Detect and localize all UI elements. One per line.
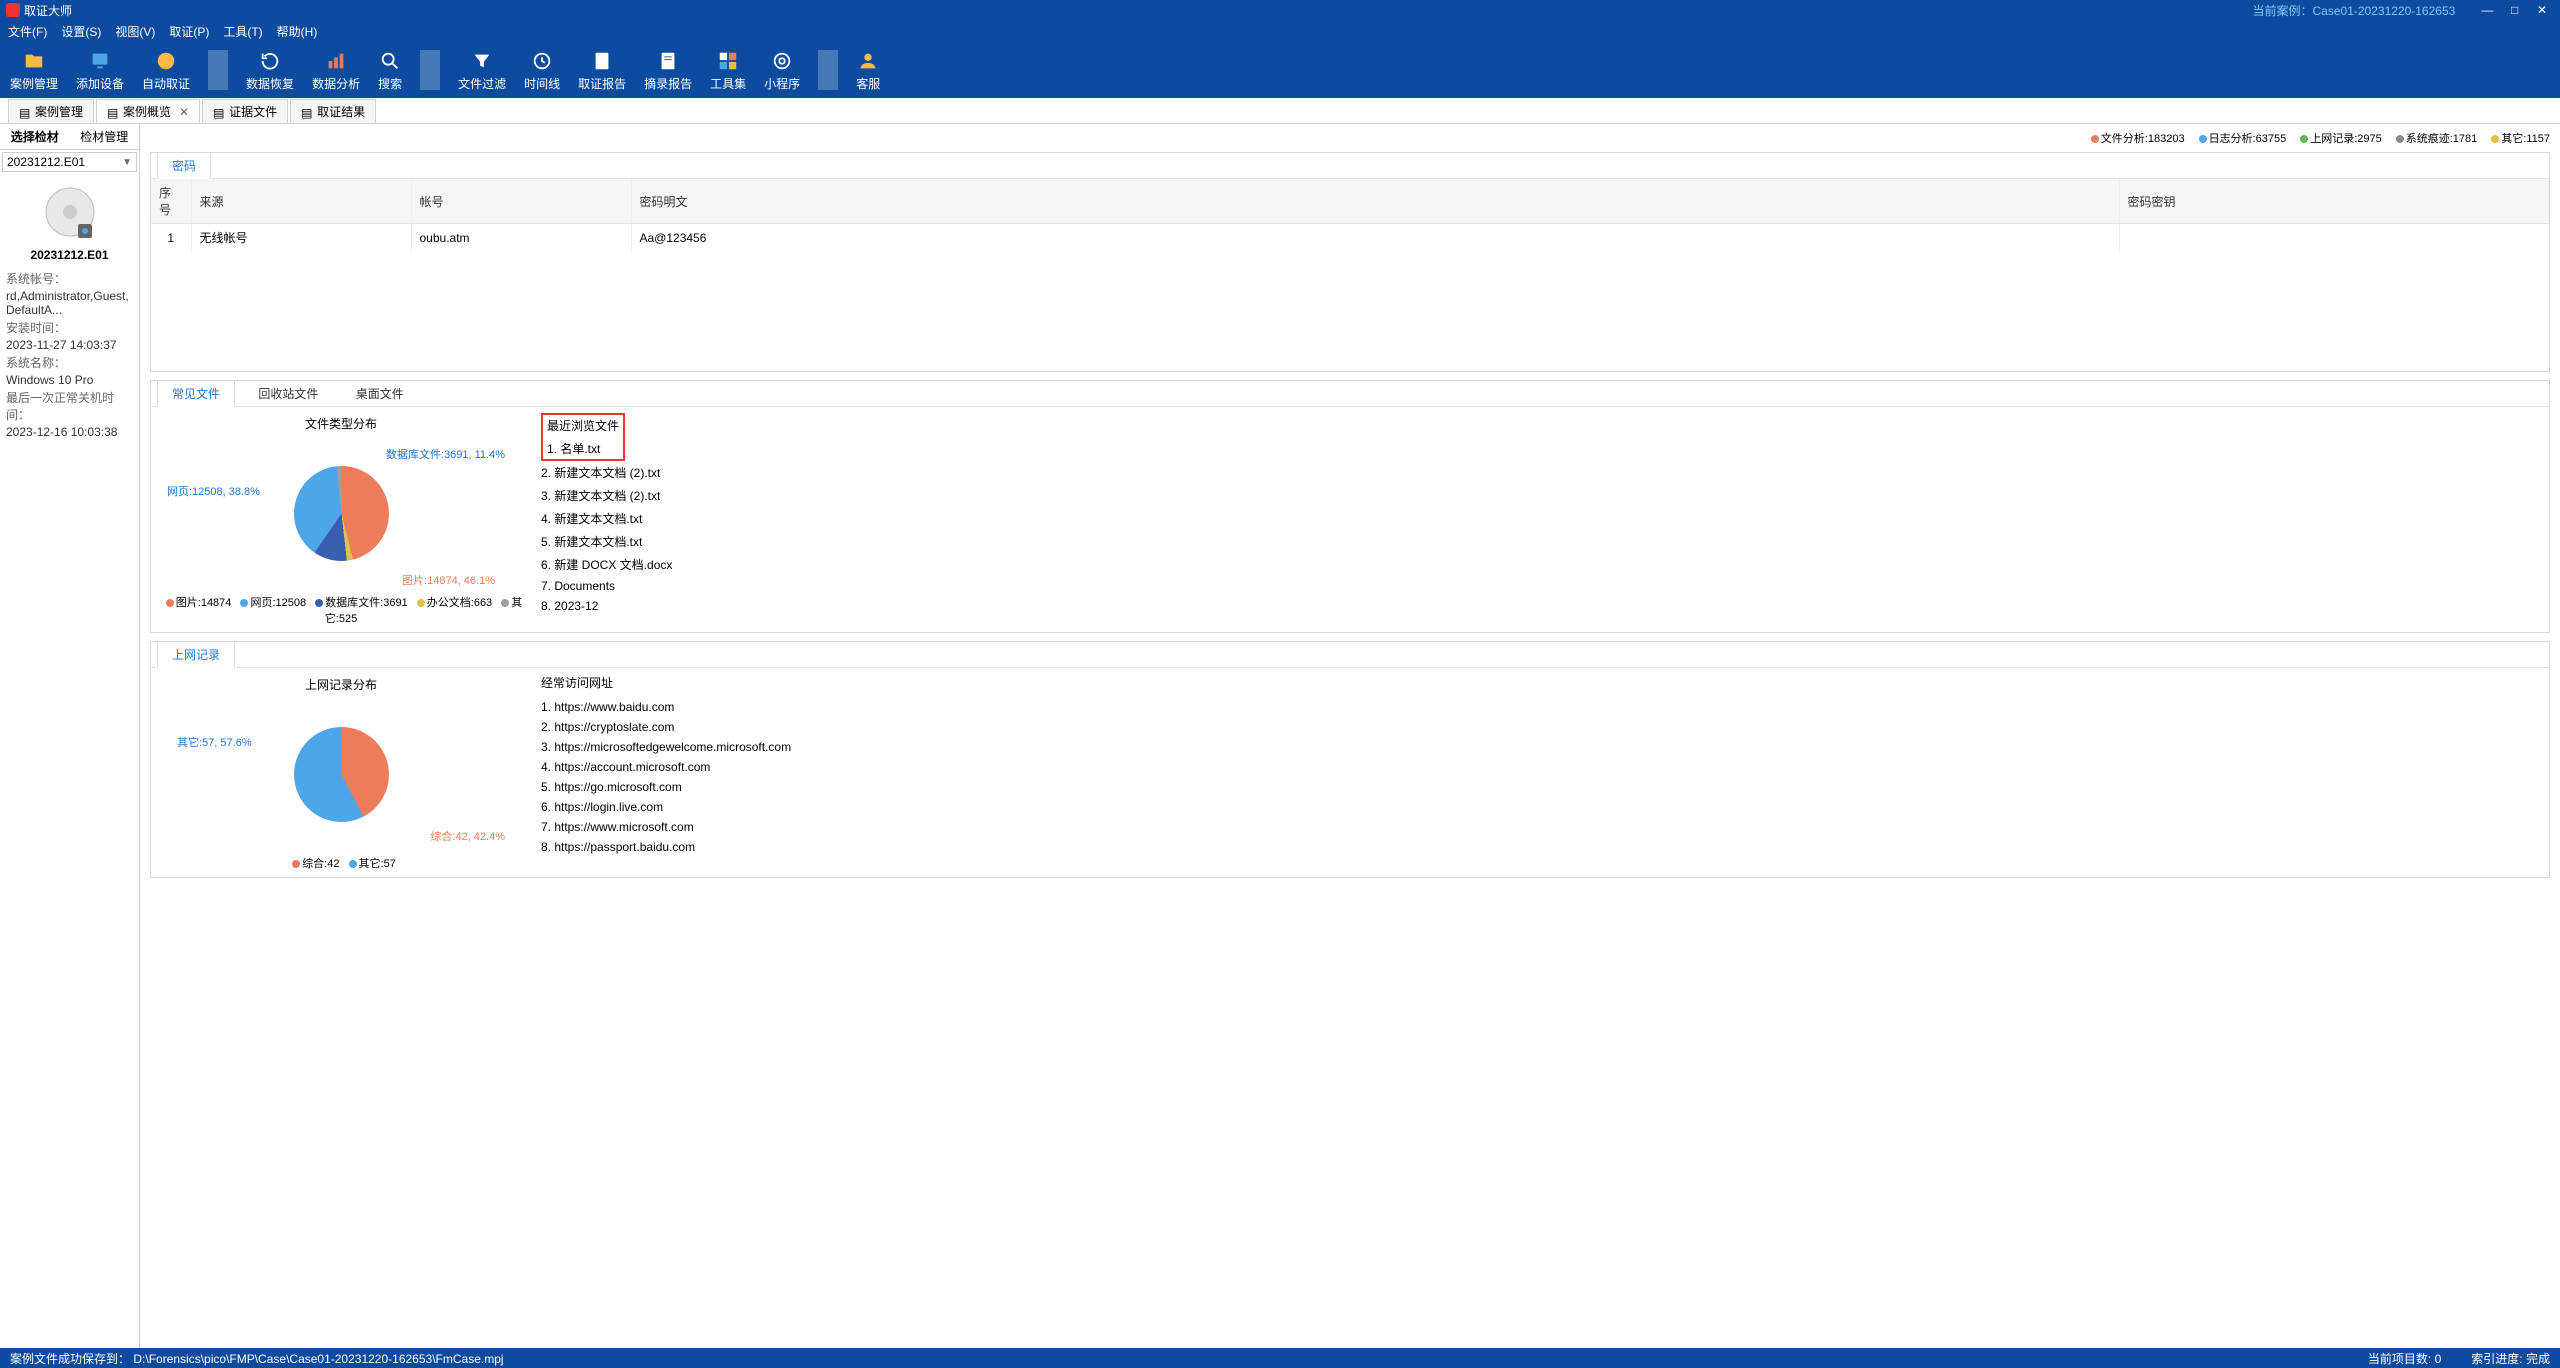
net-chart: 上网记录分布 其它:57, 57.6% 综合:42, 42.4% 综合:42 其…	[151, 668, 531, 877]
files-panel: 常见文件 回收站文件 桌面文件 文件类型分布 数据库文件:3691, 11.4%…	[150, 380, 2550, 633]
password-table: 序号 来源 帐号 密码明文 密码密钥 1 无线帐号 oubu.atm Aa@12…	[151, 179, 2549, 251]
support-icon	[856, 49, 880, 73]
file-tab-recycle[interactable]: 回收站文件	[244, 381, 332, 406]
doc-tabs: ▤案例管理 ▤案例概览✕ ▤证据文件 ▤取证结果	[0, 98, 2560, 124]
tool-timeline[interactable]: 时间线	[524, 49, 560, 92]
menu-tools[interactable]: 工具(T)	[223, 23, 262, 40]
disk-icon	[40, 184, 100, 244]
titlebar: 取证大师 当前案例：Case01-20231220-162653 — □ ✕	[0, 0, 2560, 20]
list-item[interactable]: 8. https://passport.baidu.com	[541, 837, 2539, 857]
close-button[interactable]: ✕	[2530, 3, 2554, 17]
app-title: 取证大师	[24, 2, 72, 19]
menu-help[interactable]: 帮助(H)	[277, 23, 318, 40]
toolbox-icon	[716, 49, 740, 73]
doc-icon: ▤	[19, 106, 31, 118]
table-row[interactable]: 1 无线帐号 oubu.atm Aa@123456	[151, 224, 2549, 252]
excerpt-icon	[656, 49, 680, 73]
list-item[interactable]: 1. https://www.baidu.com	[541, 697, 2539, 717]
tool-miniapp[interactable]: 小程序	[764, 49, 800, 92]
frequent-sites: 经常访问网址 1. https://www.baidu.com 2. https…	[531, 668, 2549, 877]
doc-icon: ▤	[213, 106, 225, 118]
sidebar-tab-manage[interactable]: 检材管理	[70, 124, 140, 149]
list-item[interactable]: 7. Documents	[541, 576, 2539, 596]
evidence-select[interactable]: 20231212.E01▼	[2, 152, 137, 172]
tool-toolbox[interactable]: 工具集	[710, 49, 746, 92]
list-item[interactable]: 7. https://www.microsoft.com	[541, 817, 2539, 837]
tool-file-filter[interactable]: 文件过滤	[458, 49, 506, 92]
timeline-icon	[530, 49, 554, 73]
recover-icon	[258, 49, 282, 73]
file-type-chart: 文件类型分布 数据库文件:3691, 11.4% 网页:12508, 38.8%…	[151, 407, 531, 632]
sidebar-tab-select[interactable]: 选择检材	[0, 124, 70, 149]
password-tab[interactable]: 密码	[157, 152, 211, 179]
disk-name: 20231212.E01	[0, 248, 139, 262]
list-item[interactable]: 5. 新建文本文档.txt	[541, 530, 2539, 553]
tab-forensics-result[interactable]: ▤取证结果	[290, 99, 376, 123]
list-item[interactable]: 5. https://go.microsoft.com	[541, 777, 2539, 797]
maximize-button[interactable]: □	[2503, 3, 2527, 17]
list-item[interactable]: 2. 新建文本文档 (2).txt	[541, 461, 2539, 484]
menu-view[interactable]: 视图(V)	[115, 23, 155, 40]
net-tab[interactable]: 上网记录	[157, 641, 235, 668]
list-item[interactable]: 3. https://microsoftedgewelcome.microsof…	[541, 737, 2539, 757]
list-item[interactable]: 6. 新建 DOCX 文档.docx	[541, 553, 2539, 576]
net-panel: 上网记录 上网记录分布 其它:57, 57.6% 综合:42, 42.4% 综合…	[150, 641, 2550, 878]
chevron-down-icon: ▼	[122, 157, 132, 168]
menu-forensics[interactable]: 取证(P)	[169, 23, 209, 40]
report-icon	[590, 49, 614, 73]
analysis-icon	[324, 49, 348, 73]
tool-data-analysis[interactable]: 数据分析	[312, 49, 360, 92]
folder-icon	[22, 49, 46, 73]
menubar: 文件(F) 设置(S) 视图(V) 取证(P) 工具(T) 帮助(H)	[0, 20, 2560, 42]
tool-support[interactable]: 客服	[856, 49, 880, 92]
list-item[interactable]: 4. 新建文本文档.txt	[541, 507, 2539, 530]
menu-settings[interactable]: 设置(S)	[61, 23, 101, 40]
minimize-button[interactable]: —	[2475, 3, 2499, 17]
content: 文件分析:183203 日志分析:63755 上网记录:2975 系统痕迹:17…	[140, 124, 2560, 1348]
tool-excerpt-report[interactable]: 摘录报告	[644, 49, 692, 92]
tab-case-overview[interactable]: ▤案例概览✕	[96, 99, 200, 123]
current-case: 当前案例：Case01-20231220-162653	[2253, 2, 2456, 19]
list-item[interactable]: 4. https://account.microsoft.com	[541, 757, 2539, 777]
stats-row: 文件分析:183203 日志分析:63755 上网记录:2975 系统痕迹:17…	[150, 130, 2550, 146]
file-tab-common[interactable]: 常见文件	[157, 380, 235, 407]
sidebar: 选择检材 检材管理 20231212.E01▼ 20231212.E01 系统帐…	[0, 124, 140, 1348]
tool-report[interactable]: 取证报告	[578, 49, 626, 92]
tool-search[interactable]: 搜索	[378, 49, 402, 92]
list-item[interactable]: 3. 新建文本文档 (2).txt	[541, 484, 2539, 507]
search-icon	[378, 49, 402, 73]
list-item[interactable]: 6. https://login.live.com	[541, 797, 2539, 817]
tool-case-manage[interactable]: 案例管理	[10, 49, 58, 92]
auto-icon	[154, 49, 178, 73]
doc-icon: ▤	[301, 106, 313, 118]
add-device-icon	[88, 49, 112, 73]
tool-data-recover[interactable]: 数据恢复	[246, 49, 294, 92]
tool-auto-forensics[interactable]: 自动取证	[142, 49, 190, 92]
file-tab-desktop[interactable]: 桌面文件	[342, 381, 418, 406]
tool-add-device[interactable]: 添加设备	[76, 49, 124, 92]
doc-icon: ▤	[107, 106, 119, 118]
menu-file[interactable]: 文件(F)	[8, 23, 47, 40]
system-info: 系统帐号： rd,Administrator,Guest,DefaultA...…	[0, 270, 139, 441]
tab-evidence-files[interactable]: ▤证据文件	[202, 99, 288, 123]
recent-files: 最近浏览文件 1. 名单.txt 2. 新建文本文档 (2).txt 3. 新建…	[531, 407, 2549, 632]
password-panel: 密码 序号 来源 帐号 密码明文 密码密钥 1 无线帐号 oubu.atm Aa…	[150, 152, 2550, 372]
list-item[interactable]: 8. 2023-12	[541, 596, 2539, 616]
highlight-box: 最近浏览文件 1. 名单.txt	[541, 413, 625, 461]
toolbar: 案例管理 添加设备 自动取证 数据恢复 数据分析 搜索 文件过滤 时间线 取证报…	[0, 42, 2560, 98]
tab-close-icon[interactable]: ✕	[179, 105, 189, 119]
miniapp-icon	[770, 49, 794, 73]
statusbar: 案例文件成功保存到： D:\Forensics\pico\FMP\Case\Ca…	[0, 1348, 2560, 1368]
filter-icon	[470, 49, 494, 73]
tab-case-manage[interactable]: ▤案例管理	[8, 99, 94, 123]
app-logo-icon	[6, 3, 20, 17]
list-item[interactable]: 2. https://cryptoslate.com	[541, 717, 2539, 737]
list-item[interactable]: 1. 名单.txt	[547, 440, 619, 457]
